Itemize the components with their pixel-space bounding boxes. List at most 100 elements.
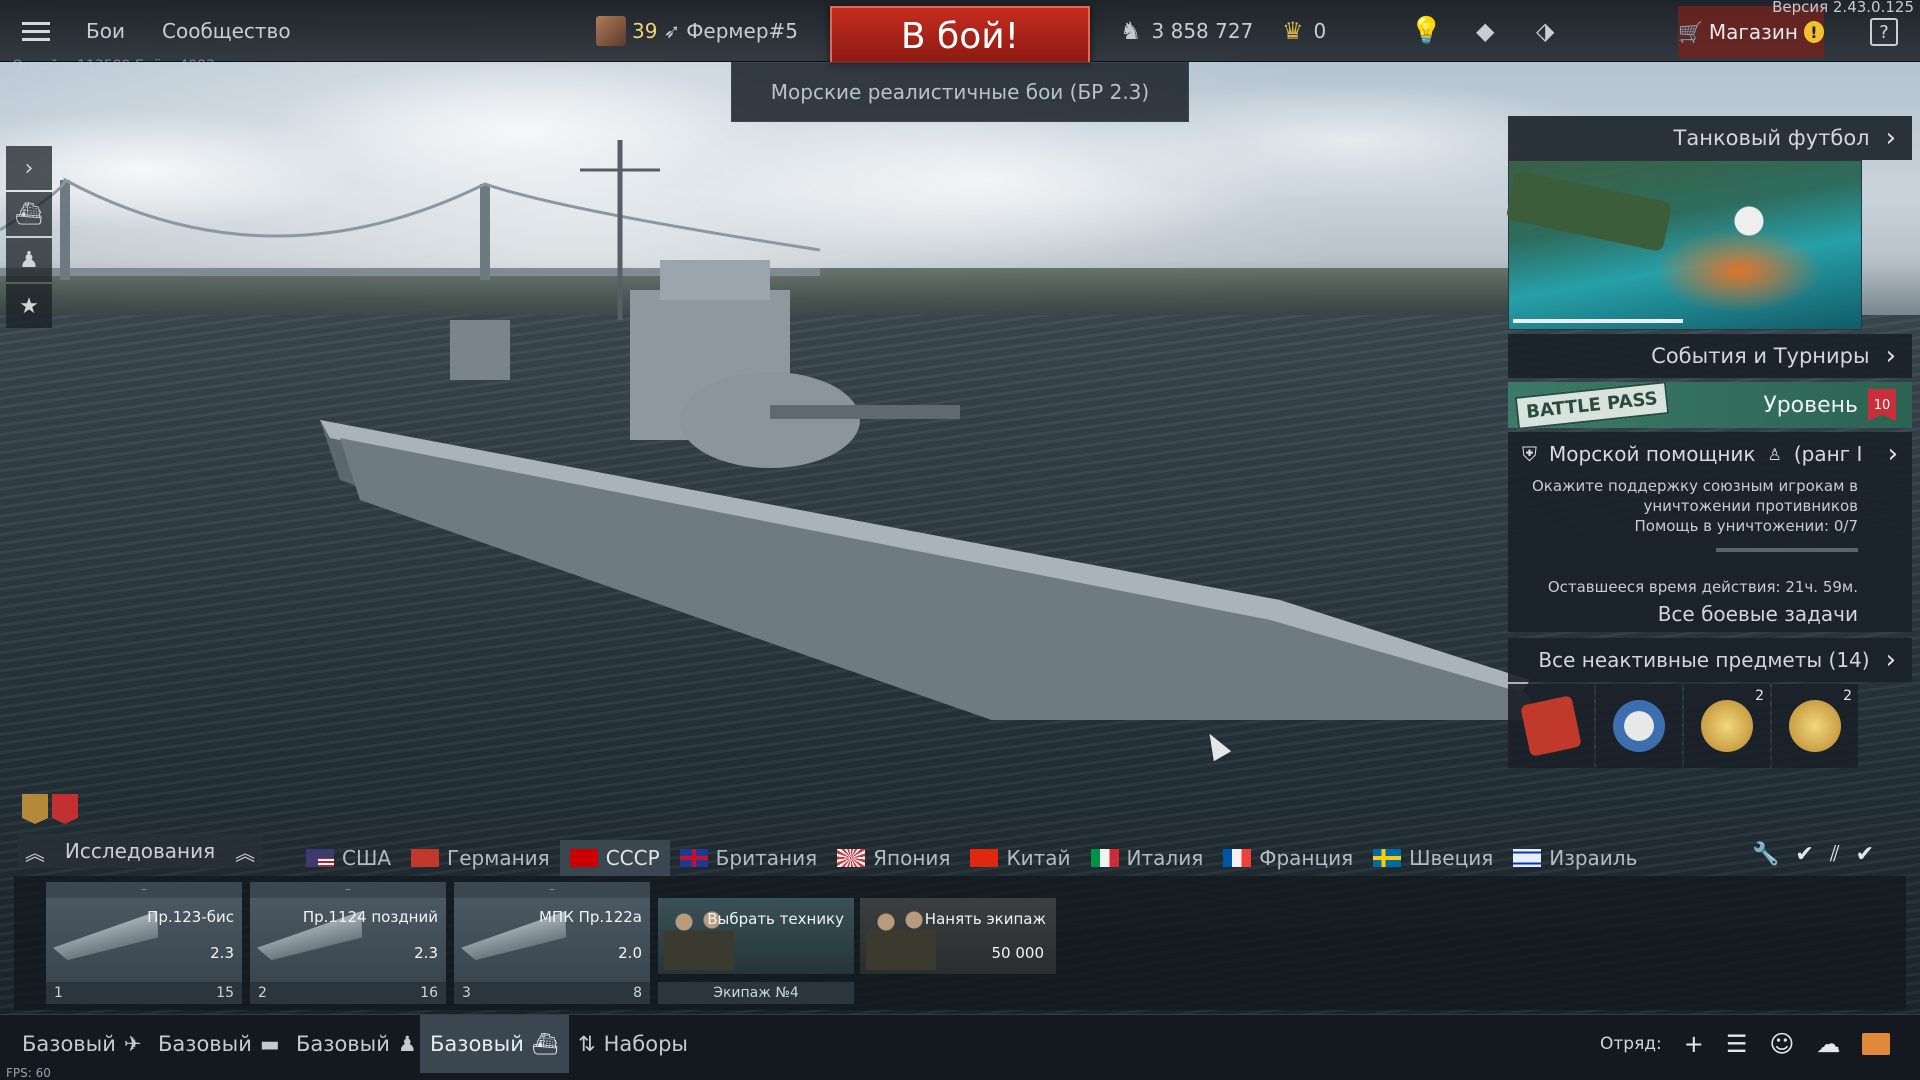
game-mode-selector[interactable]: Морские реалистичные бои (БР 2.3) bbox=[731, 62, 1189, 122]
research-label: Исследования bbox=[64, 839, 216, 863]
vehicle-name: МПК Пр.122а bbox=[538, 908, 642, 926]
menu-battles[interactable]: Бои bbox=[86, 0, 125, 62]
inventory-item[interactable] bbox=[1508, 684, 1594, 768]
hamburger-menu-icon[interactable] bbox=[22, 0, 50, 62]
vehicle-slot[interactable]: – Пр.1124 поздний 2.3 2 16 bbox=[250, 882, 446, 1006]
nation-label: Британия bbox=[715, 846, 818, 870]
slot-header: – bbox=[250, 882, 446, 898]
help-button[interactable]: ? bbox=[1870, 18, 1898, 46]
menu-community[interactable]: Сообщество bbox=[162, 0, 291, 62]
task-description-line: Окажите поддержку союзным игрокам в bbox=[1531, 477, 1858, 495]
golden-eagles-balance[interactable]: ♛ 0 bbox=[1282, 0, 1326, 62]
vehicle-card: Пр.123-бис 2.3 bbox=[46, 898, 242, 982]
crew-skill-count: 8 bbox=[633, 985, 642, 1001]
gold-medal-icon bbox=[1789, 700, 1841, 752]
slot-footer: 38 bbox=[454, 982, 650, 1004]
britain-flag-icon bbox=[679, 849, 708, 867]
double-slash-icon[interactable]: ⫽ bbox=[1830, 842, 1840, 867]
preset-tab-aircraft[interactable]: Базовый ✈ bbox=[12, 1015, 152, 1073]
vehicle-br: 2.3 bbox=[210, 944, 234, 962]
tab-nation-sweden[interactable]: Швеция bbox=[1363, 840, 1503, 876]
preset-tab-tanks[interactable]: Базовый ▬ bbox=[148, 1015, 290, 1073]
item-count: 2 bbox=[1843, 688, 1852, 704]
crew-tools: 🔧 ✔ ⫽ ✔ bbox=[1752, 842, 1874, 867]
player-level: 39 bbox=[632, 19, 658, 43]
all-tasks-link[interactable]: Все боевые задачи bbox=[1658, 602, 1858, 626]
expand-chevron-icon[interactable]: › bbox=[6, 146, 52, 190]
inventory-item[interactable]: 2 bbox=[1684, 684, 1770, 768]
avatar bbox=[596, 16, 626, 46]
star-badge-icon[interactable] bbox=[22, 794, 48, 824]
tab-nation-germany[interactable]: Германия bbox=[401, 840, 560, 876]
tab-nation-japan[interactable]: Япония bbox=[827, 840, 960, 876]
coupon-icon[interactable]: ⬗ bbox=[1536, 0, 1554, 62]
tab-nation-usa[interactable]: США bbox=[296, 840, 401, 876]
wrench-icon[interactable]: 🔧 bbox=[1752, 842, 1779, 867]
player-profile[interactable]: 39 ➶ Фермер#5 bbox=[596, 0, 798, 62]
vehicle-br: 2.3 bbox=[414, 944, 438, 962]
select-vehicle-slot[interactable]: Выбрать технику Экипаж №4 bbox=[658, 882, 854, 1006]
events-tournaments-button[interactable]: События и Турниры › bbox=[1508, 334, 1912, 378]
preset-tab-ships[interactable]: Базовый ⛴ bbox=[420, 1015, 569, 1073]
crew-icon[interactable]: ♟ bbox=[6, 238, 52, 282]
select-vehicle-card: Выбрать технику bbox=[658, 898, 854, 974]
event-promo-image[interactable] bbox=[1505, 160, 1862, 330]
rank-badges bbox=[22, 794, 78, 824]
tab-nation-china[interactable]: Китай bbox=[960, 840, 1080, 876]
tab-nation-italy[interactable]: Италия bbox=[1081, 840, 1214, 876]
task-description: Окажите поддержку союзным игрокам в унич… bbox=[1508, 476, 1912, 536]
lightbulb-icon[interactable]: 💡 bbox=[1410, 0, 1442, 62]
left-toolbar: › ⛴ ♟ ★ bbox=[6, 146, 52, 330]
slot-footer: 1 15 bbox=[46, 982, 242, 1004]
research-button[interactable]: ︽ Исследования ︽ bbox=[18, 834, 262, 868]
checkmark-icon[interactable]: ✔ bbox=[1795, 842, 1813, 867]
chevron-right-icon: › bbox=[1885, 645, 1896, 675]
task-title: Морской помощник bbox=[1549, 442, 1756, 466]
vehicle-slot[interactable]: – МПК Пр.122а 2.0 38 bbox=[454, 882, 650, 1006]
inventory-item[interactable] bbox=[1596, 684, 1682, 768]
nation-label: Италия bbox=[1126, 846, 1204, 870]
task-rank: (ранг I bbox=[1793, 442, 1863, 466]
crew-skill-count: 16 bbox=[420, 985, 438, 1001]
battle-pass-row[interactable]: BATTLE PASS Уровень 10 bbox=[1508, 380, 1912, 430]
ship-icon: ⛴ bbox=[531, 1031, 559, 1056]
mail-icon[interactable] bbox=[1862, 1033, 1891, 1055]
add-squad-icon[interactable]: + bbox=[1684, 1030, 1704, 1058]
favorites-star-icon[interactable]: ★ bbox=[6, 284, 52, 328]
tab-nation-britain[interactable]: Британия bbox=[670, 840, 827, 876]
contacts-icon[interactable]: ☺ bbox=[1769, 1030, 1794, 1058]
chat-icon[interactable]: ☁ bbox=[1816, 1030, 1840, 1058]
vehicle-name: Пр.123-бис bbox=[147, 908, 234, 926]
japan-flag-icon bbox=[837, 849, 866, 867]
hire-crew-slot[interactable]: Нанять экипаж 50 000 bbox=[860, 882, 1056, 1006]
tab-nation-israel[interactable]: Израиль bbox=[1503, 840, 1647, 876]
list-icon[interactable]: ☰ bbox=[1726, 1030, 1748, 1058]
chevron-right-icon: › bbox=[1885, 123, 1896, 153]
to-battle-button[interactable]: В бой! bbox=[830, 6, 1090, 66]
notification-icon: ! bbox=[1803, 21, 1824, 43]
inactive-items-button[interactable]: Все неактивные предметы (14) › bbox=[1508, 638, 1912, 682]
nation-label: СССР bbox=[605, 846, 660, 870]
chevron-right-icon: › bbox=[1885, 341, 1896, 371]
usa-flag-icon bbox=[306, 849, 334, 867]
battle-pass-level: Уровень 10 bbox=[1763, 389, 1896, 421]
preset-tab-helicopters[interactable]: Базовый ♟ bbox=[286, 1015, 427, 1073]
tab-nation-ussr[interactable]: СССР bbox=[559, 840, 670, 876]
ship-icon[interactable]: ⛴ bbox=[6, 192, 52, 236]
nation-label: Китай bbox=[1006, 846, 1071, 870]
diamond-icon[interactable]: ◆ bbox=[1476, 0, 1494, 62]
events-tournaments-label: События и Турниры bbox=[1651, 344, 1870, 368]
checkmark-icon[interactable]: ✔ bbox=[1856, 842, 1874, 867]
shop-label: Магазин bbox=[1708, 20, 1798, 44]
vehicle-slot[interactable]: – Пр.123-бис 2.3 1 15 bbox=[46, 882, 242, 1006]
kits-button[interactable]: ⇅ Наборы bbox=[568, 1015, 698, 1073]
slot-header: – bbox=[46, 882, 242, 898]
silver-lions-balance[interactable]: ♞ 3 858 727 bbox=[1120, 0, 1253, 62]
timer-badge-icon[interactable] bbox=[52, 794, 78, 824]
preset-label: Базовый bbox=[22, 1032, 116, 1056]
inventory-item[interactable]: 2 bbox=[1772, 684, 1858, 768]
event-header[interactable]: Танковый футбол › bbox=[1508, 116, 1912, 160]
task-header[interactable]: ⛨ Морской помощник ♙ (ранг I › bbox=[1508, 432, 1912, 476]
soldier-icon: ♟ bbox=[397, 1032, 417, 1056]
tab-nation-france[interactable]: Франция bbox=[1213, 840, 1363, 876]
